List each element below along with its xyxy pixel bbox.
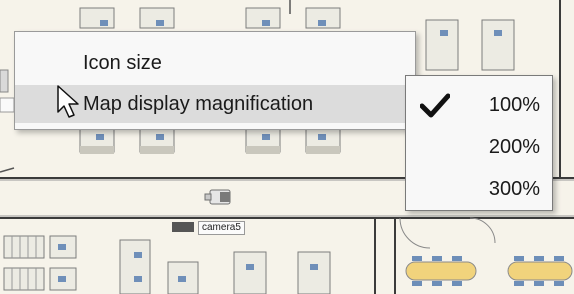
mouse-cursor-icon bbox=[57, 85, 79, 118]
submenu-item-300[interactable]: 300% bbox=[406, 170, 552, 208]
menu-item-icon-size[interactable]: Icon size bbox=[15, 44, 415, 82]
submenu-label: 200% bbox=[488, 136, 540, 158]
camera-icon[interactable] bbox=[204, 189, 231, 205]
submenu-item-200[interactable]: 200% bbox=[406, 128, 552, 166]
checkmark-icon bbox=[420, 93, 450, 118]
submenu-label: 300% bbox=[488, 178, 540, 200]
magnification-submenu: 100% 200% 300% bbox=[405, 75, 553, 211]
submenu-item-100[interactable]: 100% bbox=[406, 86, 552, 124]
camera-label: camera5 bbox=[198, 221, 245, 235]
submenu-label: 100% bbox=[488, 94, 540, 116]
